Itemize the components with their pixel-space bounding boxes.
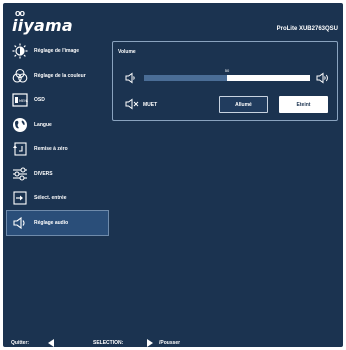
menu-label: DIVERS	[34, 170, 53, 177]
sliders-icon	[10, 166, 30, 182]
menu-item-reset[interactable]: Remise à zéro	[7, 137, 108, 161]
menu-item-color[interactable]: Réglage de la couleur	[7, 64, 108, 88]
arrow-left-icon[interactable]	[47, 338, 55, 347]
svg-text:MENU: MENU	[19, 99, 28, 103]
reset-icon	[10, 141, 30, 157]
speaker-icon	[10, 215, 30, 231]
volume-down-icon	[125, 72, 137, 84]
volume-label: Volume	[118, 49, 136, 55]
model-name: ProLite XUB2763QSU	[276, 26, 338, 32]
menu-item-picture[interactable]: Réglage de l'image	[7, 39, 108, 63]
menu-label: Langue	[34, 121, 52, 128]
menu-label: Réglage de la couleur	[34, 72, 86, 79]
osd-footer: Quitter: SELECTION: /Pousser	[3, 337, 343, 347]
mute-icon	[125, 98, 141, 110]
menu-item-misc[interactable]: DIVERS	[7, 162, 108, 186]
push-label: /Pousser	[159, 340, 181, 346]
menu-item-osd[interactable]: MENU OSD	[7, 88, 108, 112]
volume-value: 50	[224, 68, 230, 73]
selection-label: SELECTION:	[93, 340, 124, 346]
brand-logo: iiyama	[12, 16, 73, 35]
menu-item-input[interactable]: Sélect. entrée	[7, 186, 108, 210]
menu-item-audio[interactable]: Réglage audio	[6, 209, 109, 236]
menu-label: Réglage audio	[34, 219, 69, 226]
mute-on-button[interactable]: Allumé	[219, 96, 268, 113]
volume-slider-fill	[144, 75, 227, 81]
brightness-icon	[10, 43, 30, 59]
volume-up-icon	[316, 72, 330, 84]
quit-label: Quitter:	[11, 340, 30, 346]
osd-window: oo iiyama ProLite XUB2763QSU Réglage de …	[3, 3, 343, 347]
color-circles-icon	[10, 68, 30, 84]
menu-item-language[interactable]: Langue	[7, 113, 108, 137]
menu-label: OSD	[34, 97, 45, 103]
mute-off-button[interactable]: Eteint	[279, 96, 328, 113]
osd-icon: MENU	[10, 92, 30, 108]
mute-label: MUET	[143, 102, 158, 108]
arrow-right-icon[interactable]	[146, 338, 154, 347]
globe-icon	[10, 117, 30, 133]
osd-header: oo iiyama ProLite XUB2763QSU	[3, 3, 343, 37]
menu-label: Réglage de l'image	[34, 48, 80, 54]
osd-menu: Réglage de l'image Réglage de la couleur…	[6, 39, 109, 236]
audio-settings-panel: Volume 50 MUET Allumé Eteint	[112, 41, 338, 121]
menu-label: Remise à zéro	[34, 146, 68, 152]
menu-label: Sélect. entrée	[34, 195, 67, 201]
volume-slider[interactable]	[144, 75, 310, 81]
input-icon	[10, 190, 30, 206]
